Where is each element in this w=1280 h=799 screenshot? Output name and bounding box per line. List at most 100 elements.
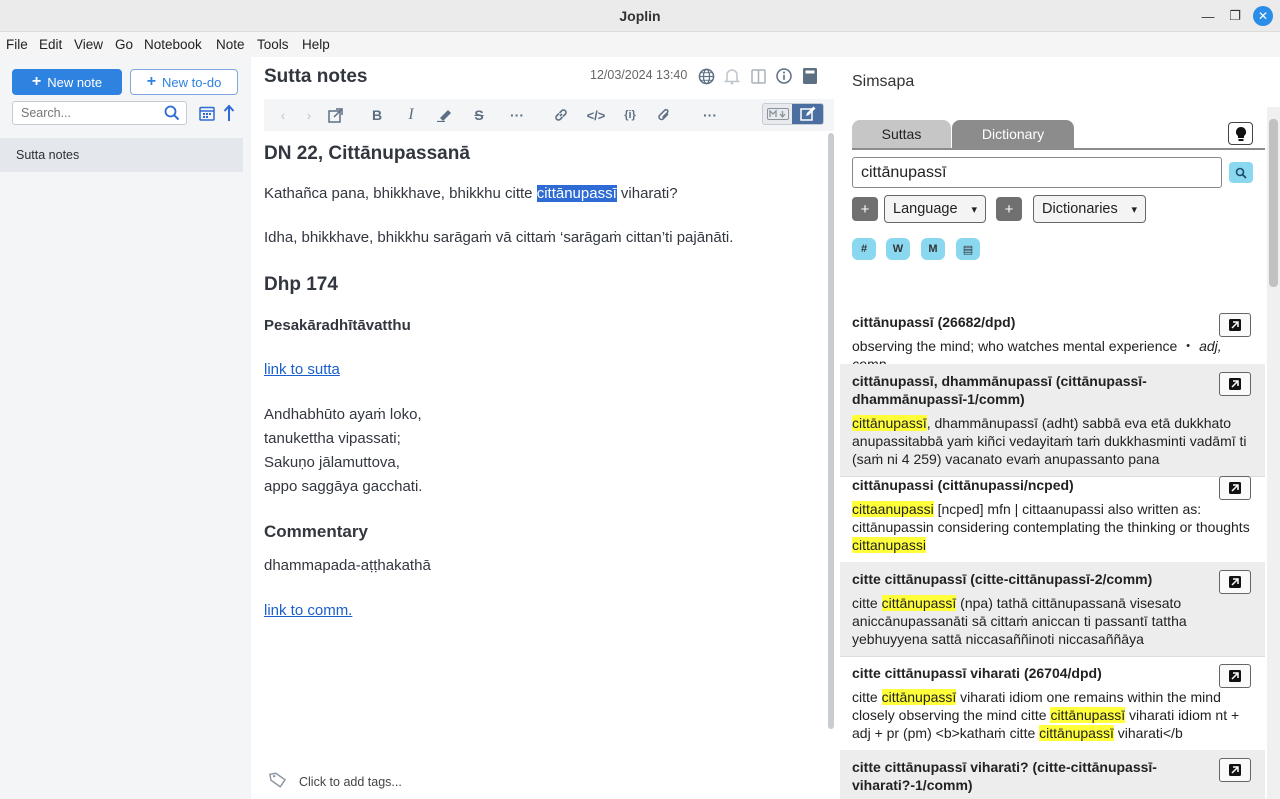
new-todo-label: New to-do bbox=[162, 74, 222, 90]
alarm-bell-icon[interactable] bbox=[722, 66, 742, 86]
link-to-sutta[interactable]: link to sutta bbox=[264, 361, 340, 378]
maximize-button[interactable]: ❐ bbox=[1225, 6, 1245, 26]
result-description: citte cittānupassī (npa) tathā cittānupa… bbox=[852, 594, 1252, 648]
open-external-icon[interactable] bbox=[1219, 570, 1251, 594]
sort-arrow-icon[interactable] bbox=[219, 101, 239, 125]
info-icon[interactable] bbox=[774, 66, 794, 86]
paragraph-idha: Idha, bhikkhave, bhikkhu sarāgaṁ vā citt… bbox=[264, 229, 734, 246]
search-input[interactable] bbox=[13, 102, 158, 124]
more-options-icon[interactable]: ··· bbox=[700, 105, 720, 125]
word-filter-chip[interactable]: W bbox=[886, 238, 910, 260]
menu-tools[interactable]: Tools bbox=[257, 37, 289, 52]
menu-bar: File Edit View Go Notebook Note Tools He… bbox=[0, 32, 1280, 57]
rich-text-edit-icon[interactable] bbox=[792, 104, 823, 124]
open-external-icon[interactable] bbox=[1219, 664, 1251, 688]
link-to-comm[interactable]: link to comm. bbox=[264, 602, 352, 619]
globe-icon[interactable] bbox=[696, 66, 716, 86]
search-icon[interactable] bbox=[1229, 162, 1253, 183]
link-icon[interactable] bbox=[551, 105, 571, 125]
bold-icon[interactable]: B bbox=[367, 105, 387, 125]
verse-line: appo saggāya gacchati. bbox=[264, 478, 423, 495]
note-title[interactable]: Sutta notes bbox=[264, 66, 367, 88]
back-icon[interactable]: ‹ bbox=[273, 105, 293, 125]
open-external-icon[interactable] bbox=[1219, 313, 1251, 337]
calendar-icon[interactable] bbox=[197, 101, 217, 125]
results-list: cittānupassī (26682/dpd) observing the mi… bbox=[840, 305, 1265, 799]
editor-mode-toggle[interactable] bbox=[762, 103, 824, 125]
hash-filter-chip[interactable]: # bbox=[852, 238, 876, 260]
italic-icon[interactable]: I bbox=[401, 105, 421, 125]
result-item[interactable]: citte cittānupassī viharati (26704/dpd) c… bbox=[840, 656, 1265, 751]
open-external-icon[interactable] bbox=[1219, 372, 1251, 396]
result-title: cittānupassī, dhammānupassī (cittānupass… bbox=[852, 373, 1147, 407]
verse-line: Sakuṇo jālamuttova, bbox=[264, 454, 400, 471]
note-date: 12/03/2024 13:40 bbox=[590, 68, 688, 82]
menu-file[interactable]: File bbox=[6, 37, 28, 52]
verse-line: Andhabhūto ayaṁ loko, bbox=[264, 406, 422, 423]
result-title: cittānupassi (cittānupassi/ncped) bbox=[852, 477, 1074, 493]
add-language-button[interactable]: + bbox=[852, 197, 878, 221]
bold-title: Pesakāradhītāvatthu bbox=[264, 317, 411, 334]
language-select-label: Language bbox=[893, 201, 958, 217]
menu-help[interactable]: Help bbox=[302, 37, 330, 52]
search-icon[interactable] bbox=[164, 105, 180, 126]
new-note-button[interactable]: + New note bbox=[12, 69, 122, 95]
highlighted-term: cittānupassī bbox=[1039, 725, 1114, 741]
menu-go[interactable]: Go bbox=[115, 37, 133, 52]
forward-icon[interactable]: › bbox=[299, 105, 319, 125]
match-filter-chip[interactable]: M bbox=[921, 238, 945, 260]
close-button[interactable]: ✕ bbox=[1253, 6, 1273, 26]
result-item[interactable]: citte cittānupassī viharati? (citte-citt… bbox=[840, 750, 1265, 799]
dictionaries-select-label: Dictionaries bbox=[1042, 201, 1118, 217]
verse-line: tanukettha vipassati; bbox=[264, 430, 401, 447]
result-text: citte bbox=[852, 689, 882, 705]
add-tags-label: Click to add tags... bbox=[299, 774, 402, 789]
menu-edit[interactable]: Edit bbox=[39, 37, 62, 52]
highlight-icon[interactable] bbox=[435, 105, 455, 125]
notebook-icon[interactable] bbox=[800, 66, 820, 86]
result-item[interactable]: cittānupassi (cittānupassi/ncped) cittaan… bbox=[840, 468, 1265, 563]
menu-notebook[interactable]: Notebook bbox=[144, 37, 202, 52]
toggle-layout-icon[interactable] bbox=[748, 66, 768, 86]
dictionaries-select[interactable]: Dictionaries ▾ bbox=[1033, 195, 1146, 223]
external-edit-icon[interactable] bbox=[325, 105, 345, 125]
lightbulb-icon[interactable] bbox=[1228, 122, 1253, 145]
minimize-button[interactable]: — bbox=[1198, 6, 1218, 26]
menu-view[interactable]: View bbox=[74, 37, 103, 52]
commentary-text: dhammapada-aṭṭhakathā bbox=[264, 557, 431, 574]
scrollbar-thumb[interactable] bbox=[1269, 119, 1278, 287]
search-box bbox=[12, 101, 187, 125]
tag-icon bbox=[269, 771, 287, 792]
result-item[interactable]: citte cittānupassī (citte-cittānupassī-2… bbox=[840, 562, 1265, 657]
open-external-icon[interactable] bbox=[1219, 758, 1251, 782]
strikethrough-icon[interactable]: S bbox=[469, 105, 489, 125]
more-icon[interactable]: ··· bbox=[507, 105, 527, 125]
editor-scrollbar[interactable] bbox=[828, 133, 834, 729]
result-item[interactable]: cittānupassī, dhammānupassī (cittānupass… bbox=[840, 364, 1265, 477]
tag-bar[interactable]: Click to add tags... bbox=[269, 771, 402, 792]
new-note-label: New note bbox=[47, 74, 103, 90]
add-dictionary-button[interactable]: + bbox=[996, 197, 1022, 221]
dictionary-query-input[interactable]: cittānupassī bbox=[852, 157, 1222, 188]
result-text: viharati</b bbox=[1113, 725, 1183, 741]
editor-toolbar: ‹ › B I S ··· </> {i} ··· bbox=[264, 99, 834, 131]
simsapa-panel: Simsapa Suttas Dictionary cittānupassī +… bbox=[839, 57, 1280, 799]
language-select[interactable]: Language ▾ bbox=[884, 195, 986, 223]
menu-note[interactable]: Note bbox=[216, 37, 245, 52]
note-editor: Sutta notes 12/03/2024 13:40 ‹ › B I S ·… bbox=[251, 57, 839, 799]
markdown-icon[interactable] bbox=[763, 104, 793, 124]
result-description: citte cittānupassī viharati idiom one re… bbox=[852, 688, 1252, 742]
code-block-icon[interactable]: {i} bbox=[620, 105, 640, 125]
new-todo-button[interactable]: + New to-do bbox=[130, 69, 238, 95]
paragraph-kathanca: Kathañca pana, bhikkhave, bhikkhu citte … bbox=[264, 185, 678, 202]
note-list-item[interactable]: Sutta notes bbox=[0, 138, 243, 172]
open-external-icon[interactable] bbox=[1219, 476, 1251, 500]
tab-dictionary[interactable]: Dictionary bbox=[952, 120, 1074, 148]
list-filter-chip[interactable]: ▤ bbox=[956, 238, 980, 260]
code-icon[interactable]: </> bbox=[586, 105, 606, 125]
selected-text: cittānupassī bbox=[536, 185, 617, 202]
tab-suttas[interactable]: Suttas bbox=[852, 120, 951, 148]
attach-icon[interactable] bbox=[654, 105, 674, 125]
result-text: citte bbox=[852, 595, 882, 611]
panel-scrollbar[interactable] bbox=[1267, 107, 1280, 799]
